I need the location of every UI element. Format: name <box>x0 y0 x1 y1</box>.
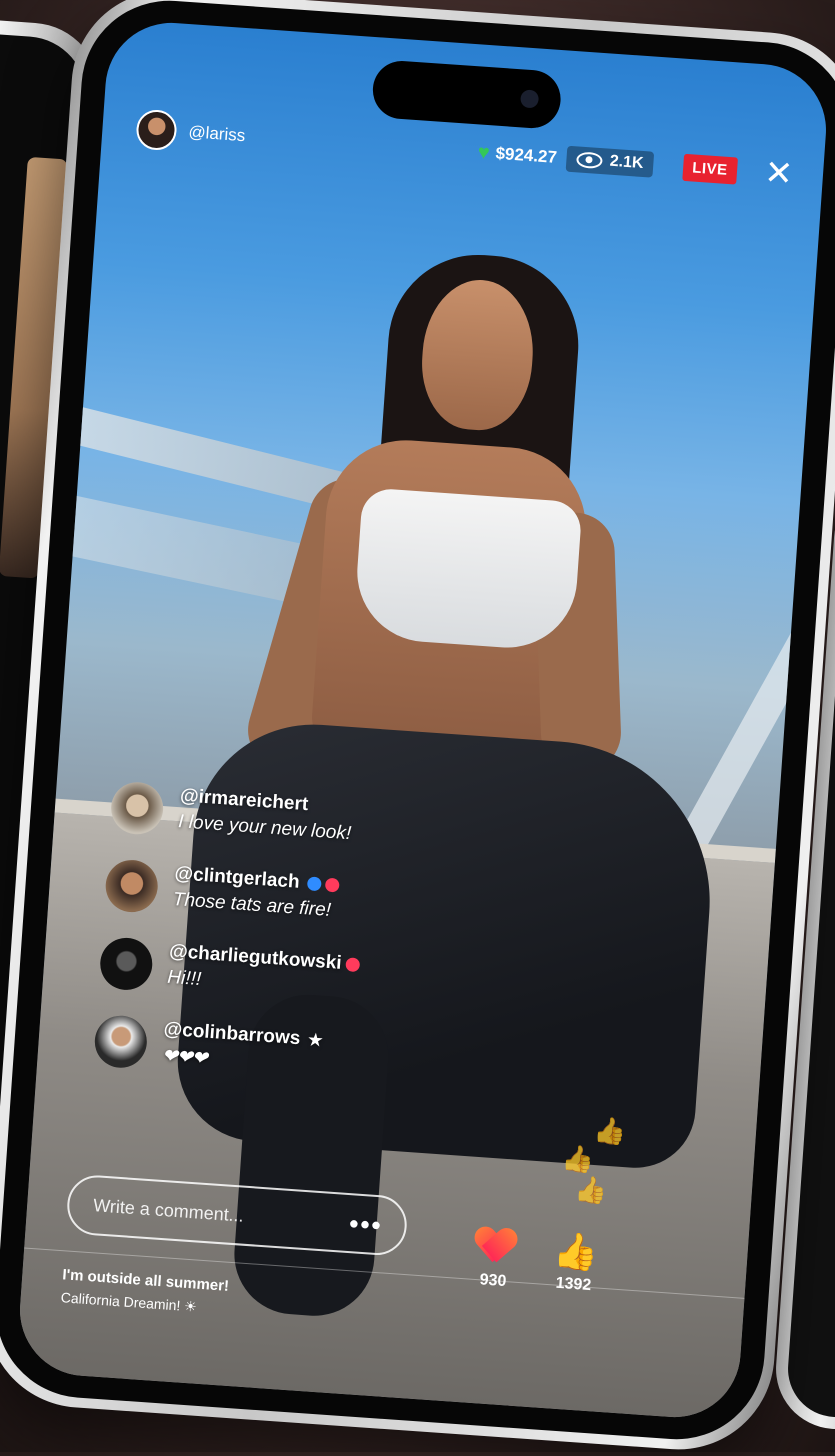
commenter-avatar[interactable] <box>98 936 155 992</box>
host-handle[interactable]: @lariss <box>188 122 246 146</box>
commenter-avatar[interactable] <box>103 858 160 914</box>
live-badge: LIVE <box>682 153 738 185</box>
streamer-top <box>352 487 583 653</box>
thumbs-up-icon: 👍 <box>551 1229 600 1274</box>
camera-icon <box>519 89 540 109</box>
heart-icon <box>474 1227 516 1266</box>
comment-input[interactable] <box>90 1193 351 1235</box>
dynamic-island <box>370 59 563 131</box>
host-avatar[interactable] <box>135 108 178 152</box>
earnings-display: ♥ $924.27 <box>477 141 558 169</box>
eye-icon <box>576 151 604 170</box>
verified-icon <box>307 876 322 892</box>
earnings-value: $924.27 <box>494 143 558 167</box>
floating-like-icon: 👍 <box>573 1173 609 1206</box>
comment-item: @charliegutkowski Hi!!! <box>98 936 522 1017</box>
commenter-avatar[interactable] <box>93 1013 149 1070</box>
viewer-count-value: 2.1K <box>609 152 645 173</box>
comment-item: @clintgerlach Those tats are fire! <box>103 858 527 939</box>
floating-like-icon: 👍 <box>592 1114 628 1148</box>
comment-item: @colinbarrows ★ ❤❤❤ <box>93 1013 516 1095</box>
viewer-count: 2.1K <box>565 145 655 178</box>
heart-icon: ♥ <box>477 140 491 164</box>
live-stream-screen: @lariss ♥ $924.27 2.1K LIVE ✕ @irmareich… <box>15 18 831 1422</box>
star-badge-icon <box>324 877 340 893</box>
commenter-avatar[interactable] <box>109 780 165 837</box>
comment-feed: @irmareichert I love your new look! @cli… <box>91 780 532 1122</box>
more-icon[interactable]: ••• <box>348 1208 383 1240</box>
star-badge-icon <box>344 957 360 973</box>
star-icon: ★ <box>307 1031 324 1050</box>
floating-like-icon: 👍 <box>560 1142 596 1175</box>
phone-mockup: @lariss ♥ $924.27 2.1K LIVE ✕ @irmareich… <box>0 0 835 1456</box>
close-icon[interactable]: ✕ <box>763 154 794 194</box>
